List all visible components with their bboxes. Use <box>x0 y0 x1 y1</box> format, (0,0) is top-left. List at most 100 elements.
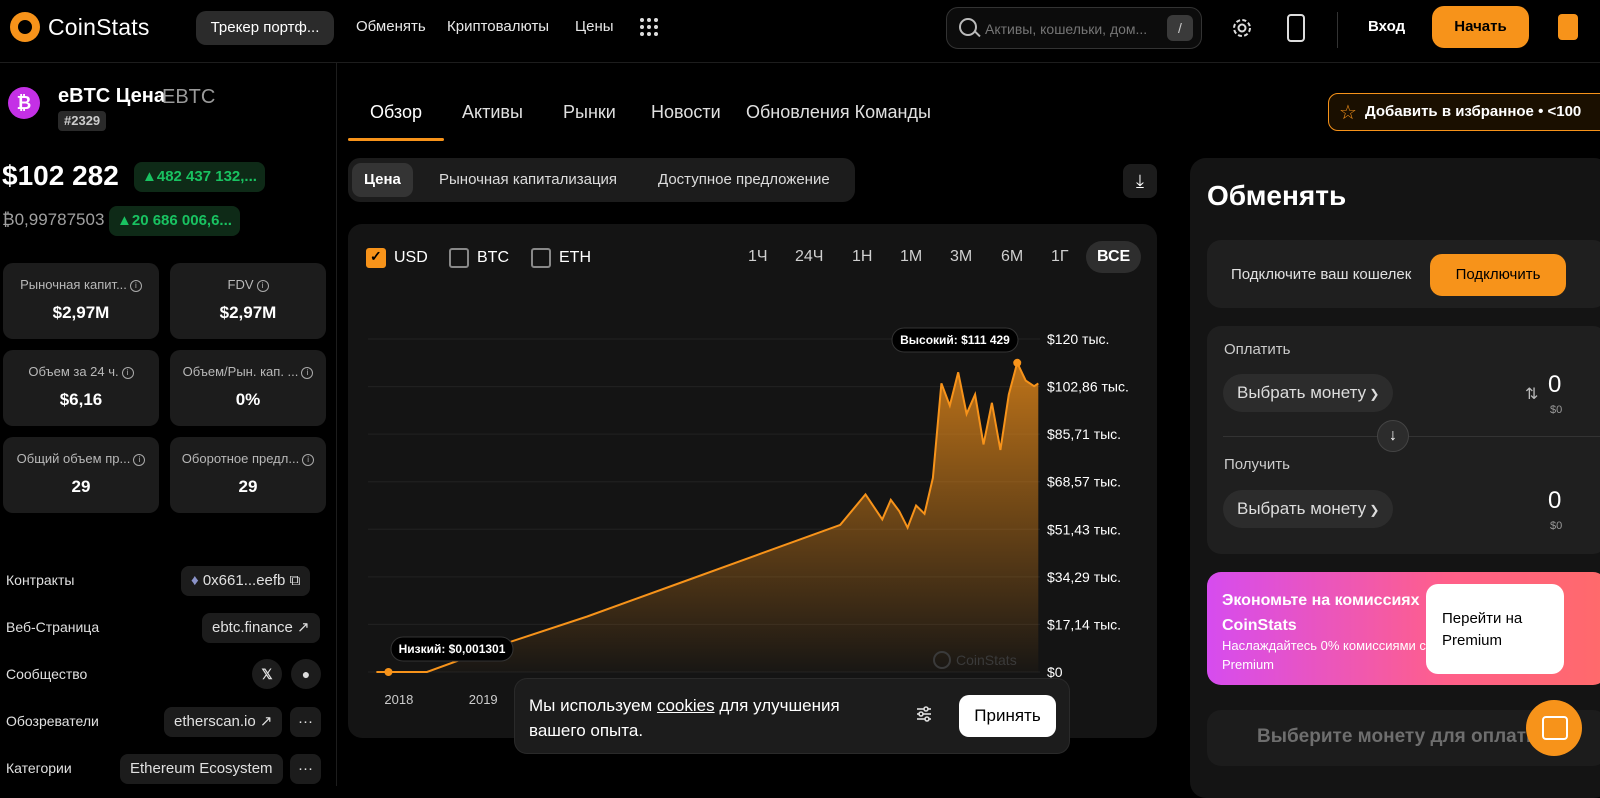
stat-label: Общий объем пр... <box>16 451 131 466</box>
info-icon[interactable]: i <box>256 279 269 292</box>
cookie-settings-icon[interactable] <box>915 705 933 723</box>
tab-news[interactable]: Новости <box>651 102 721 123</box>
checkbox-unchecked-icon <box>449 248 469 268</box>
mobile-app-icon[interactable] <box>1287 14 1305 42</box>
info-icon[interactable]: i <box>129 279 142 292</box>
apps-grid-icon[interactable] <box>640 18 658 36</box>
coinstats-logo[interactable]: CoinStats <box>10 12 150 42</box>
coin-name: eBTC Цена <box>58 85 165 107</box>
add-to-favorites-button[interactable]: ☆ Добавить в избранное • <100 <box>1328 93 1600 131</box>
info-icon[interactable]: i <box>302 453 315 466</box>
more-explorers-button[interactable]: ··· <box>290 707 321 737</box>
search-input[interactable] <box>983 17 1153 41</box>
price-chart-svg[interactable]: $120 тыс. $102,86 тыс. $85,71 тыс. $68,57 т… <box>348 224 1157 738</box>
reddit-icon[interactable]: ● <box>291 659 321 689</box>
range-24h[interactable]: 24Ч <box>795 248 823 266</box>
cookie-text: Мы используем cookies для улучшения ваше… <box>529 693 879 743</box>
nav-prices-link[interactable]: Цены <box>575 18 614 35</box>
connect-wallet-button[interactable]: Подключить <box>1430 254 1566 296</box>
low-point-marker <box>384 668 393 676</box>
high-price-label: Высокий: $111 429 <box>900 333 1010 347</box>
range-1w[interactable]: 1Н <box>852 248 872 266</box>
segment-market-cap[interactable]: Рыночная капитализация <box>427 163 629 197</box>
nav-crypto-link[interactable]: Криптовалюты <box>447 18 549 35</box>
cookies-link[interactable]: cookies <box>657 696 715 715</box>
active-tab-indicator <box>348 138 444 141</box>
swap-direction-icon[interactable]: ⇅ <box>1525 384 1538 404</box>
category-chip[interactable]: Ethereum Ecosystem <box>120 754 283 784</box>
receive-coin-select[interactable]: Выбрать монету ❯ <box>1223 490 1394 528</box>
stat-value: 29 <box>71 477 91 496</box>
website-label: Веб-Страница <box>6 619 100 635</box>
range-6m[interactable]: 6М <box>1001 248 1023 266</box>
contract-address: 0x661...eefb <box>202 572 286 589</box>
search-box[interactable]: / <box>946 7 1202 49</box>
segment-supply[interactable]: Доступное предложение <box>646 163 842 197</box>
low-price-label: Низкий: $0,001301 <box>399 642 506 656</box>
nav-swap-link[interactable]: Обменять <box>356 18 426 35</box>
y-tick-label: $0 <box>1047 664 1063 680</box>
segment-price[interactable]: Цена <box>352 163 413 197</box>
chevron-down-icon: ❯ <box>1366 503 1380 517</box>
explorer-link: etherscan.io <box>174 713 256 730</box>
price-chart-panel: $120 тыс. $102,86 тыс. $85,71 тыс. $68,57 т… <box>348 224 1157 738</box>
categories-label: Категории <box>6 760 72 776</box>
login-link[interactable]: Вход <box>1368 18 1405 35</box>
range-1m[interactable]: 1М <box>900 248 922 266</box>
pay-coin-select[interactable]: Выбрать монету ❯ <box>1223 374 1394 412</box>
chevron-down-icon: ❯ <box>1366 387 1380 401</box>
receive-amount[interactable]: 0 <box>1548 487 1561 515</box>
download-icon[interactable]: ⤓ <box>1123 164 1157 198</box>
circulating-supply-card: Оборотное предл... i 29 <box>170 437 326 513</box>
select-pay-coin-label: Выберите монету для оплаты <box>1257 726 1543 747</box>
x-twitter-icon[interactable]: 𝕏 <box>252 659 282 689</box>
explorer-link-chip[interactable]: etherscan.io ↗ <box>164 707 283 737</box>
currency-eth-checkbox[interactable]: ETH <box>531 248 591 268</box>
pay-amount-usd: $0 <box>1550 404 1563 416</box>
checkbox-checked-icon <box>366 248 386 268</box>
tab-assets[interactable]: Активы <box>462 102 523 123</box>
chat-support-icon[interactable] <box>1526 700 1582 756</box>
start-button[interactable]: Начать <box>1432 6 1529 48</box>
pay-amount[interactable]: 0 <box>1548 371 1561 399</box>
range-1y[interactable]: 1Г <box>1051 248 1069 266</box>
logo-text: CoinStats <box>48 13 150 40</box>
promo-subtitle: Наслаждайтесь 0% комиссиями с Premium <box>1222 638 1426 672</box>
website-link-chip[interactable]: ebtc.finance ↗ <box>202 613 320 643</box>
y-tick-label: $102,86 тыс. <box>1047 379 1129 395</box>
contract-address-chip[interactable]: ♦ 0x661...eefb ⧉ <box>181 566 311 596</box>
copy-icon[interactable]: ⧉ <box>285 572 301 589</box>
range-1h[interactable]: 1Ч <box>748 248 768 266</box>
more-categories-button[interactable]: ··· <box>290 754 321 784</box>
contracts-label: Контракты <box>6 572 75 588</box>
go-premium-button[interactable]: Перейти на Premium <box>1426 584 1564 674</box>
website-link: ebtc.finance <box>212 619 293 636</box>
accept-cookies-button[interactable]: Принять <box>959 695 1056 737</box>
info-icon[interactable]: i <box>121 366 134 379</box>
y-tick-label: $68,57 тыс. <box>1047 474 1121 490</box>
price-change-usd-badge: ▲482 437 132,... <box>134 162 265 192</box>
coin-price: $102 282 <box>2 160 119 191</box>
favorites-label: Добавить в избранное • <100 <box>1365 103 1582 120</box>
info-icon[interactable]: i <box>133 453 146 466</box>
stat-label: Рыночная капит... <box>20 277 127 292</box>
ethereum-icon: ♦ <box>191 572 203 589</box>
stat-label: Объем/Рын. кап. ... <box>182 364 299 379</box>
receive-amount-usd: $0 <box>1550 520 1563 532</box>
currency-label: BTC <box>477 249 509 266</box>
range-3m[interactable]: 3М <box>950 248 972 266</box>
connect-wallet-text: Подключите ваш кошелек <box>1231 266 1412 283</box>
tab-markets[interactable]: Рынки <box>563 102 616 123</box>
receive-label: Получить <box>1224 456 1290 473</box>
tab-overview[interactable]: Обзор <box>370 102 422 123</box>
gift-icon[interactable] <box>1558 14 1578 40</box>
fdv-card: FDV i $2,97M <box>170 263 326 339</box>
range-all[interactable]: ВСЕ <box>1086 241 1142 273</box>
settings-gear-icon[interactable] <box>1230 16 1254 40</box>
currency-usd-checkbox[interactable]: USD <box>366 248 428 268</box>
tab-team-updates[interactable]: Обновления Команды <box>746 102 931 123</box>
currency-btc-checkbox[interactable]: BTC <box>449 248 509 268</box>
info-icon[interactable]: i <box>301 366 314 379</box>
arrow-down-icon[interactable]: ↓ <box>1377 420 1409 452</box>
portfolio-tracker-button[interactable]: Трекер портф... <box>196 11 334 45</box>
